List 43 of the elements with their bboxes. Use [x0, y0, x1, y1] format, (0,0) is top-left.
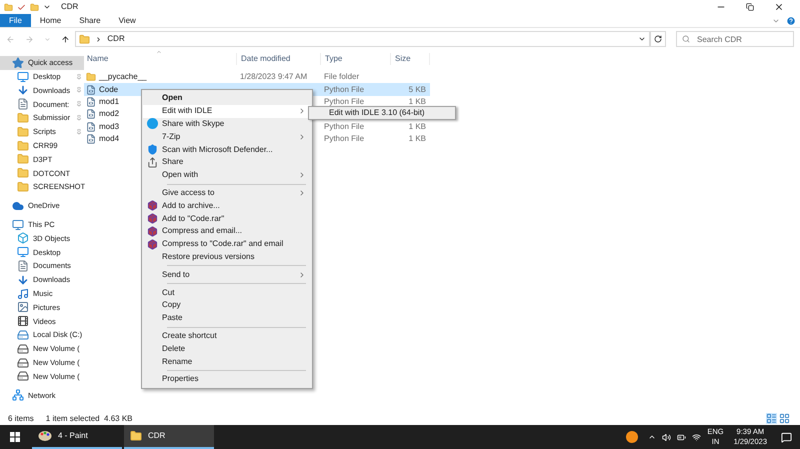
date-modified: 1/28/2023 9:47 AM — [240, 72, 308, 82]
file-name: __pycache__ — [99, 73, 147, 82]
menu-label: Properties — [162, 373, 198, 386]
file-name: mod1 — [99, 98, 120, 106]
menu-label: Edit with IDLE — [162, 105, 212, 118]
menu-label: 7-Zip — [162, 130, 180, 143]
menu-label: Send to — [162, 268, 190, 281]
menu-label: Restore previous versions — [162, 250, 254, 263]
file-size: 1 KB — [408, 96, 426, 106]
menu-label: Add to archive... — [162, 200, 220, 212]
file-size: 1 KB — [408, 122, 426, 131]
file-name: mod4 — [99, 135, 120, 144]
menu-label: Cut — [162, 286, 174, 299]
app-label: CDR — [148, 430, 166, 442]
menu-label: Compress to "Code.rar" and email — [162, 238, 284, 250]
menu-label: Open with — [162, 169, 198, 182]
menu-label: Give access to — [162, 186, 214, 199]
window-title: CDR — [61, 1, 78, 13]
file-type: Python File — [324, 122, 364, 131]
address-path: CDR — [107, 33, 125, 45]
item-count: 6 items — [8, 412, 34, 424]
menu-label: Compress and email... — [162, 225, 242, 238]
menu-label: Rename — [162, 356, 192, 368]
file-type: File folder — [324, 72, 360, 82]
menu-label: Scan with Microsoft Defender... — [162, 144, 273, 156]
app-label: 4 - Paint — [58, 430, 88, 442]
menu-label: Share with Skype — [162, 118, 224, 130]
menu-label: Delete — [162, 342, 186, 355]
file-name: mod2 — [99, 110, 120, 118]
menu-label: Copy — [162, 299, 181, 312]
menu-label: Share — [162, 156, 184, 168]
menu-label: Open — [162, 92, 182, 104]
file-type: Python File — [324, 84, 364, 94]
file-name: Code — [99, 86, 118, 94]
menu-label: Create shortcut — [162, 330, 217, 342]
menu-label: Paste — [162, 312, 182, 324]
file-type: Python File — [324, 96, 364, 106]
file-size: 5 KB — [408, 84, 426, 94]
menu-label: Add to "Code.rar" — [162, 212, 224, 225]
file-name: mod3 — [99, 122, 120, 131]
selection-info: 1 item selected 4.63 KB — [46, 412, 133, 424]
file-type: Python File — [324, 134, 364, 144]
file-size: 1 KB — [408, 134, 426, 144]
